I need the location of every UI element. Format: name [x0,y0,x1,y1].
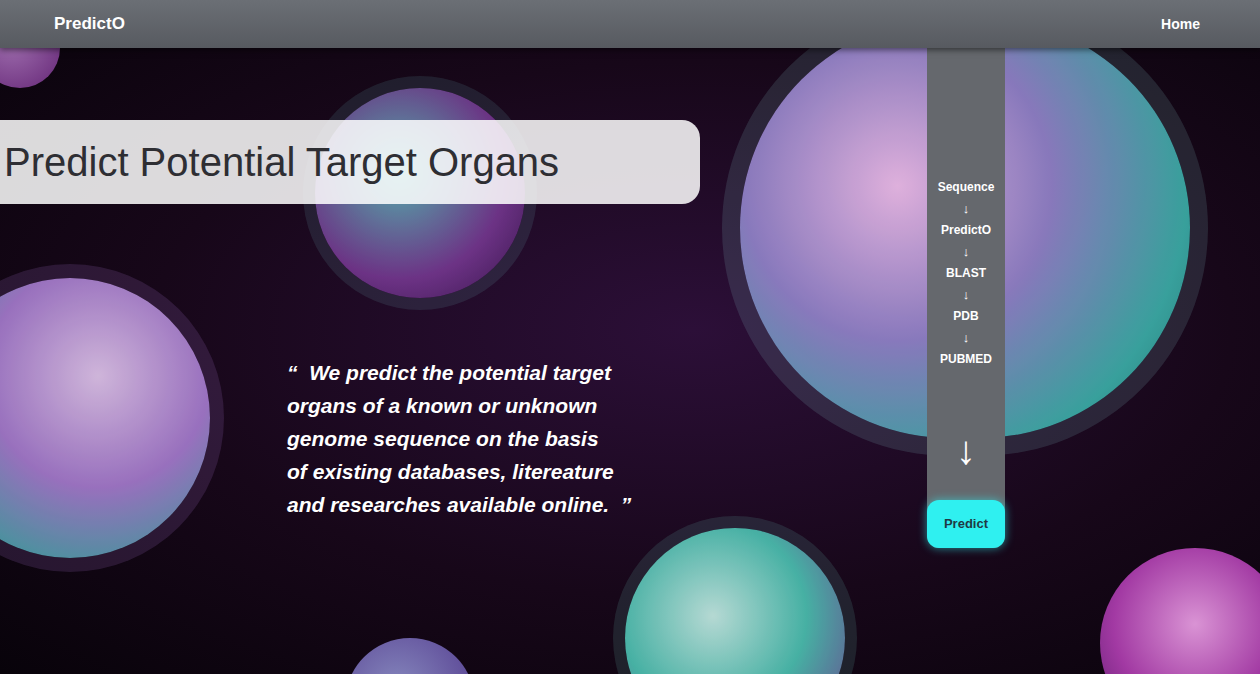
down-arrow-icon: ↓ [963,284,970,305]
virus-icon [0,278,210,558]
tagline-line: of existing databases, litereature [287,455,927,488]
tagline-line: genome sequence on the basis [287,422,927,455]
navbar: PredictO Home [0,0,1260,48]
down-arrow-icon: ↓ [963,241,970,262]
brand-logo[interactable]: PredictO [54,11,125,37]
tagline: “ We predict the potential targetorgans … [287,356,927,521]
pipeline-step: Sequence [938,176,995,198]
page-title: Predict Potential Target Organs [4,132,559,192]
pipeline-panel: Sequence↓PredictO↓BLAST↓PDB↓PUBMED ↓ Pre… [927,48,1005,548]
hero: Predict Potential Target Organs “ We pre… [0,48,1260,674]
down-arrow-icon: ↓ [963,198,970,219]
tagline-line: organs of a known or unknown [287,389,927,422]
predict-button[interactable]: Predict [927,500,1005,548]
virus-icon [1100,548,1260,674]
down-arrow-icon: ↓ [963,327,970,348]
pipeline-step: BLAST [946,262,986,284]
down-arrow-icon: ↓ [956,430,976,470]
virus-icon [345,638,475,674]
pipeline-step: PredictO [941,219,991,241]
tagline-line: “ We predict the potential target [287,356,927,389]
nav-link[interactable]: Home [1161,14,1200,35]
virus-icon [0,48,60,88]
title-box: Predict Potential Target Organs [0,120,700,204]
pipeline-step: PDB [953,305,978,327]
tagline-line: and researches available online. ” [287,488,927,521]
pipeline-step: PUBMED [940,348,992,370]
virus-icon [625,528,845,674]
